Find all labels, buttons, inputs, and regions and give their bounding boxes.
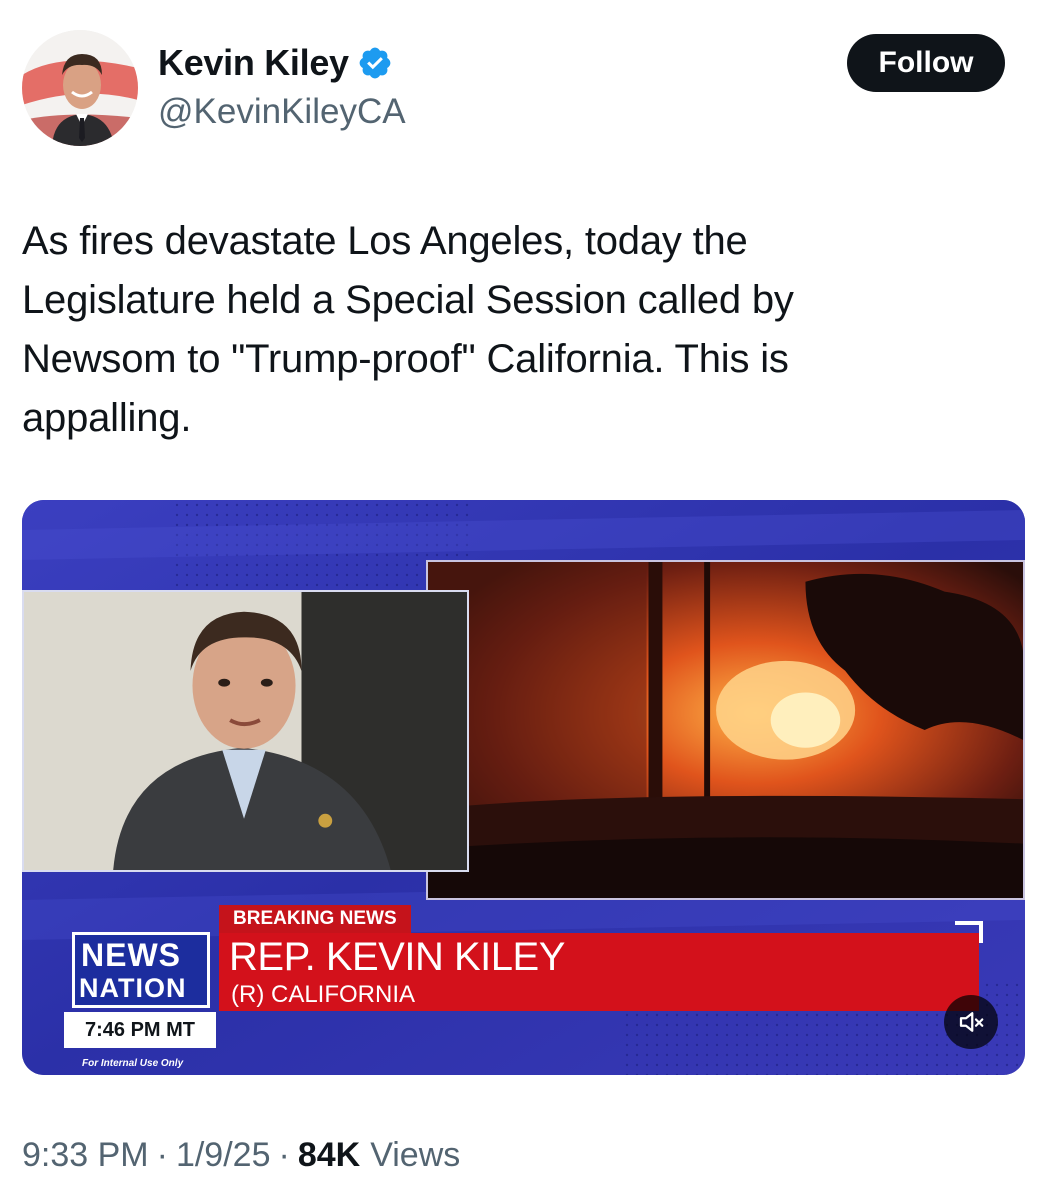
lower-third-subtitle: (R) CALIFORNIA	[231, 981, 416, 1008]
tweet-date[interactable]: 1/9/25	[176, 1136, 271, 1175]
tweet-card: Kevin Kiley @KevinKileyCA Follow As fire…	[0, 0, 1047, 1200]
tweet-time[interactable]: 9:33 PM	[22, 1136, 149, 1175]
avatar[interactable]	[22, 30, 138, 146]
banner-corner-bracket	[955, 921, 983, 943]
breaking-news-tab: BREAKING NEWS	[219, 905, 411, 933]
author-handle[interactable]: @KevinKileyCA	[158, 92, 406, 132]
avatar-photo	[22, 30, 138, 146]
wildfire-footage	[426, 560, 1025, 900]
tweet-meta: 9:33 PM · 1/9/25 · 84K Views	[22, 1136, 460, 1175]
internal-use-note: For Internal Use Only	[82, 1058, 184, 1069]
meta-separator: ·	[278, 1136, 290, 1174]
author-display-name[interactable]: Kevin Kiley	[158, 42, 349, 84]
speaker-muted-icon	[959, 1012, 984, 1032]
views-count: 84K	[297, 1136, 361, 1174]
network-logo-line1: NEWS	[81, 937, 181, 973]
verified-badge-icon	[357, 45, 393, 81]
network-logo-line2: NATION	[79, 973, 187, 1003]
lower-third-name: REP. KEVIN KILEY	[229, 935, 565, 979]
tweet-text: As fires devastate Los Angeles, today th…	[22, 219, 794, 440]
views-label: Views	[370, 1136, 461, 1174]
video-player[interactable]: BREAKING NEWS REP. KEVIN KILEY (R) CALIF…	[22, 500, 1025, 1075]
network-logo: NEWS NATION	[72, 932, 210, 1008]
meta-separator: ·	[156, 1136, 168, 1174]
lower-third-banner: REP. KEVIN KILEY (R) CALIFORNIA	[219, 921, 983, 1011]
guest-camera-feed	[22, 590, 469, 872]
mute-toggle-button[interactable]	[944, 995, 998, 1049]
broadcast-clock: 7:46 PM MT	[64, 1012, 216, 1048]
author-name-row: Kevin Kiley	[158, 42, 393, 84]
follow-button[interactable]: Follow	[847, 34, 1005, 92]
